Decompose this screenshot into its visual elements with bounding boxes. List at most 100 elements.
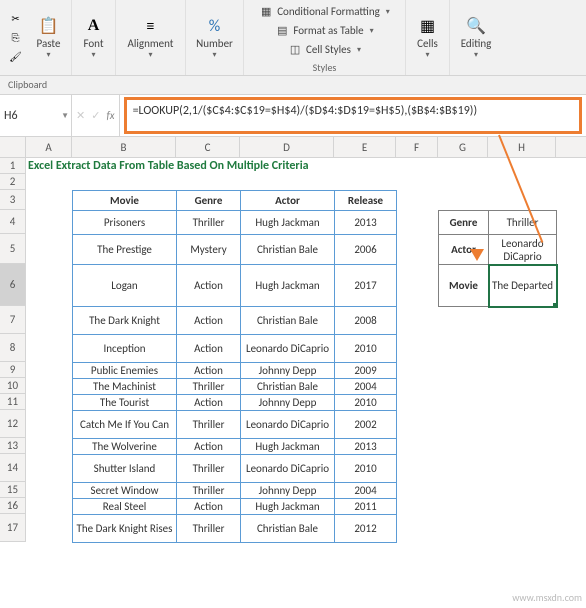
table-cell[interactable]: Johnny Depp xyxy=(241,395,335,411)
editing-button[interactable]: 🔍Editing▾ xyxy=(454,12,499,63)
conditional-formatting-button[interactable]: ▦Conditional Formatting▾ xyxy=(257,4,392,19)
table-cell[interactable]: The Wolverine xyxy=(73,439,177,455)
table-cell[interactable]: Christian Bale xyxy=(241,515,335,543)
col-header-H[interactable]: H xyxy=(488,137,556,157)
table-cell[interactable]: Action xyxy=(177,499,241,515)
table-cell[interactable]: Leonardo DiCaprio xyxy=(241,411,335,439)
enter-icon[interactable]: ✓ xyxy=(91,109,100,122)
table-cell[interactable]: 2017 xyxy=(335,265,397,307)
table-cell[interactable]: Hugh Jackman xyxy=(241,499,335,515)
table-cell[interactable]: 2011 xyxy=(335,499,397,515)
table-cell[interactable]: Christian Bale xyxy=(241,379,335,395)
table-cell[interactable]: Leonardo DiCaprio xyxy=(241,455,335,483)
row-header-6[interactable]: 6 xyxy=(0,264,25,306)
format-painter-icon[interactable]: 🖌 xyxy=(6,48,26,66)
table-cell[interactable]: 2010 xyxy=(335,395,397,411)
table-cell[interactable]: The Prestige xyxy=(73,235,177,265)
table-cell[interactable]: Prisoners xyxy=(73,211,177,235)
col-header-D[interactable]: D xyxy=(240,137,334,157)
table-cell[interactable]: The Dark Knight xyxy=(73,307,177,335)
table-cell[interactable]: Catch Me If You Can xyxy=(73,411,177,439)
col-header-C[interactable]: C xyxy=(176,137,240,157)
table-cell[interactable]: Thriller xyxy=(177,379,241,395)
table-cell[interactable]: Action xyxy=(177,307,241,335)
col-header-E[interactable]: E xyxy=(334,137,396,157)
cancel-icon[interactable]: ✕ xyxy=(76,109,85,122)
table-cell[interactable]: 2012 xyxy=(335,515,397,543)
row-header-12[interactable]: 12 xyxy=(0,410,25,438)
table-cell[interactable]: Action xyxy=(177,265,241,307)
row-header-7[interactable]: 7 xyxy=(0,306,25,334)
table-cell[interactable]: Action xyxy=(177,363,241,379)
col-header-B[interactable]: B xyxy=(72,137,176,157)
row-header-16[interactable]: 16 xyxy=(0,498,25,514)
alignment-button[interactable]: ≡Alignment▾ xyxy=(121,12,181,63)
table-cell[interactable]: Hugh Jackman xyxy=(241,211,335,235)
table-cell[interactable]: 2009 xyxy=(335,363,397,379)
table-cell[interactable]: The Tourist xyxy=(73,395,177,411)
cells-area[interactable]: Excel Extract Data From Table Based On M… xyxy=(26,158,586,542)
table-cell[interactable]: Action xyxy=(177,335,241,363)
row-header-13[interactable]: 13 xyxy=(0,438,25,454)
row-header-17[interactable]: 17 xyxy=(0,514,25,542)
row-header-9[interactable]: 9 xyxy=(0,362,25,378)
row-header-2[interactable]: 2 xyxy=(0,174,25,190)
lookup-actor-value[interactable]: Leonardo DiCaprio xyxy=(489,235,557,265)
col-header-G[interactable]: G xyxy=(438,137,488,157)
table-cell[interactable]: Christian Bale xyxy=(241,235,335,265)
table-cell[interactable]: Thriller xyxy=(177,483,241,499)
format-as-table-button[interactable]: ▤Format as Table▾ xyxy=(273,23,375,38)
table-cell[interactable]: 2013 xyxy=(335,211,397,235)
row-header-14[interactable]: 14 xyxy=(0,454,25,482)
lookup-genre-value[interactable]: Thriller xyxy=(489,211,557,235)
table-cell[interactable]: Mystery xyxy=(177,235,241,265)
fx-icon[interactable]: fx xyxy=(106,109,114,122)
formula-input[interactable]: =LOOKUP(2,1/($C$4:$C$19=$H$4)/($D$4:$D$1… xyxy=(124,97,582,134)
cut-icon[interactable]: ✂ xyxy=(6,10,26,28)
table-cell[interactable]: 2004 xyxy=(335,379,397,395)
table-cell[interactable]: Thriller xyxy=(177,455,241,483)
table-cell[interactable]: 2010 xyxy=(335,335,397,363)
table-cell[interactable]: Leonardo DiCaprio xyxy=(241,335,335,363)
col-header-A[interactable]: A xyxy=(26,137,72,157)
table-cell[interactable]: Hugh Jackman xyxy=(241,439,335,455)
row-header-1[interactable]: 1 xyxy=(0,158,25,174)
row-header-4[interactable]: 4 xyxy=(0,210,25,234)
table-cell[interactable]: Hugh Jackman xyxy=(241,265,335,307)
copy-icon[interactable]: ⎘ xyxy=(6,29,26,47)
table-cell[interactable]: 2013 xyxy=(335,439,397,455)
table-cell[interactable]: Johnny Depp xyxy=(241,363,335,379)
select-all-corner[interactable] xyxy=(0,137,26,157)
table-cell[interactable]: Action xyxy=(177,395,241,411)
lookup-movie-value[interactable]: The Departed xyxy=(489,265,557,307)
table-cell[interactable]: Public Enemies xyxy=(73,363,177,379)
row-header-3[interactable]: 3 xyxy=(0,190,25,210)
row-header-8[interactable]: 8 xyxy=(0,334,25,362)
table-cell[interactable]: Real Steel xyxy=(73,499,177,515)
row-header-10[interactable]: 10 xyxy=(0,378,25,394)
table-cell[interactable]: 2006 xyxy=(335,235,397,265)
name-box[interactable]: H6▼ xyxy=(0,95,72,136)
table-cell[interactable]: Thriller xyxy=(177,411,241,439)
table-cell[interactable]: Action xyxy=(177,439,241,455)
table-cell[interactable]: The Dark Knight Rises xyxy=(73,515,177,543)
table-cell[interactable]: Thriller xyxy=(177,515,241,543)
table-cell[interactable]: The Machinist xyxy=(73,379,177,395)
table-cell[interactable]: Logan xyxy=(73,265,177,307)
table-cell[interactable]: Inception xyxy=(73,335,177,363)
table-cell[interactable]: Johnny Depp xyxy=(241,483,335,499)
cells-button[interactable]: ▦Cells▾ xyxy=(410,12,446,63)
row-header-5[interactable]: 5 xyxy=(0,234,25,264)
cell-styles-button[interactable]: ◫Cell Styles▾ xyxy=(286,42,363,57)
number-button[interactable]: %Number▾ xyxy=(189,12,240,63)
table-cell[interactable]: 2002 xyxy=(335,411,397,439)
table-cell[interactable]: Secret Window xyxy=(73,483,177,499)
table-cell[interactable]: 2010 xyxy=(335,455,397,483)
row-header-11[interactable]: 11 xyxy=(0,394,25,410)
paste-button[interactable]: 📋 Paste ▾ xyxy=(30,12,68,63)
table-cell[interactable]: 2008 xyxy=(335,307,397,335)
row-header-15[interactable]: 15 xyxy=(0,482,25,498)
table-cell[interactable]: Shutter Island xyxy=(73,455,177,483)
table-cell[interactable]: Thriller xyxy=(177,211,241,235)
font-button[interactable]: AFont▾ xyxy=(76,12,112,63)
